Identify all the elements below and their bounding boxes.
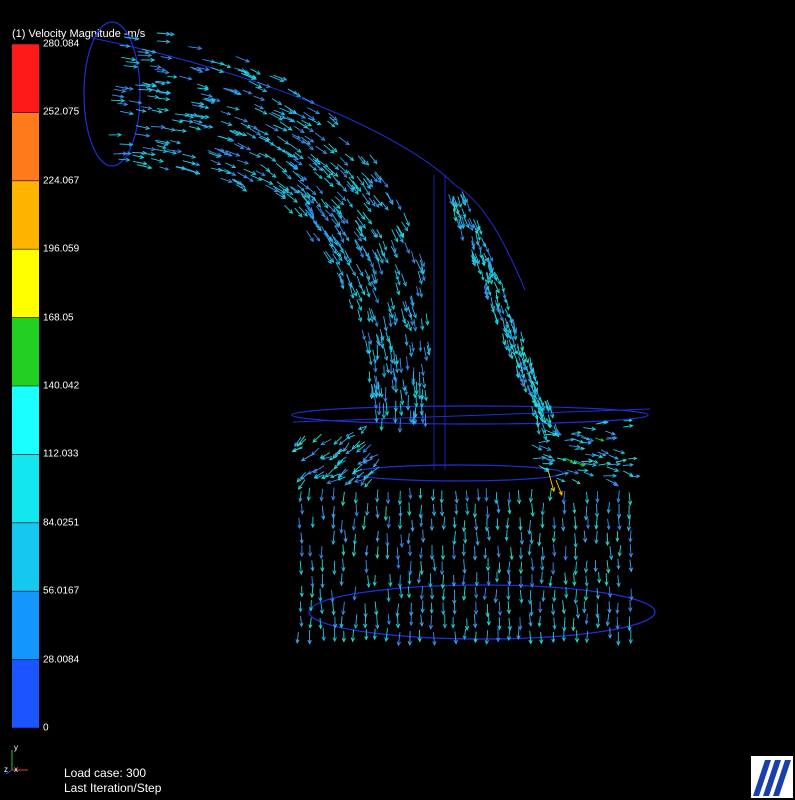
velocity-vector [132,152,147,154]
velocity-vector [338,136,350,146]
velocity-vector [303,140,314,151]
velocity-vector [361,172,373,184]
velocity-vector [323,177,334,187]
x-axis-label: x [14,765,18,774]
load-case-label: Load case: 300 [64,766,147,780]
cylinder-head-outline [291,405,649,425]
velocity-vector [312,196,321,208]
velocity-vector [547,469,555,492]
velocity-vector [284,204,293,214]
velocity-vector [277,135,289,145]
velocity-vector [336,191,346,201]
piston-outline [308,584,656,640]
z-axis-label: z [4,765,8,774]
velocity-vector [265,184,279,193]
iteration-label: Last Iteration/Step [64,781,162,795]
velocity-vector [361,193,370,205]
velocity-vector [616,616,619,630]
velocity-vector [339,157,348,166]
valve-head-outline [352,464,564,482]
velocity-vector [576,630,578,643]
velocity-vector [385,506,387,521]
velocity-vector [312,433,322,443]
velocity-vector [325,209,333,217]
velocity-vector [321,168,331,179]
velocity-vector [474,546,476,560]
velocity-vector [110,99,125,102]
velocity-vector [384,386,387,402]
velocity-vector [275,163,287,173]
velocity-vector [311,447,320,456]
velocity-vector [386,533,388,547]
velocity-vector [331,199,341,209]
velocity-vector [119,143,133,146]
velocity-vector [314,132,325,141]
velocity-vector [330,162,339,170]
y-axis-label: y [14,743,18,752]
velocity-vector [474,503,476,518]
velocity-vector-viewport[interactable] [0,0,795,800]
velocity-vector [382,403,385,419]
velocity-vector [385,191,393,204]
velocity-vector [336,179,347,192]
velocity-vector [270,142,282,151]
velocity-vector [333,560,336,575]
velocity-vector [292,170,305,182]
velocity-vectors [108,31,641,647]
velocity-vector [519,617,521,630]
velocity-vector [364,615,367,628]
velocity-vector [399,490,401,505]
velocity-vector [334,448,343,457]
geometry-outlines [83,21,656,640]
velocity-vector [287,88,301,97]
velocity-vector [352,440,361,450]
velocity-vector [289,143,302,153]
cylinder-head-edge [292,408,651,423]
velocity-vector [337,163,349,174]
velocity-vector [399,418,401,433]
velocity-vector [315,145,327,154]
velocity-vector [415,259,423,274]
velocity-vector [453,545,455,560]
velocity-vector [596,503,598,517]
velocity-vector [296,120,308,129]
axis-triad-icon: y x z [4,743,28,775]
velocity-vector [334,196,344,206]
velocity-vector [259,177,273,185]
velocity-vector [316,206,325,217]
vendor-logo-icon [751,756,793,798]
